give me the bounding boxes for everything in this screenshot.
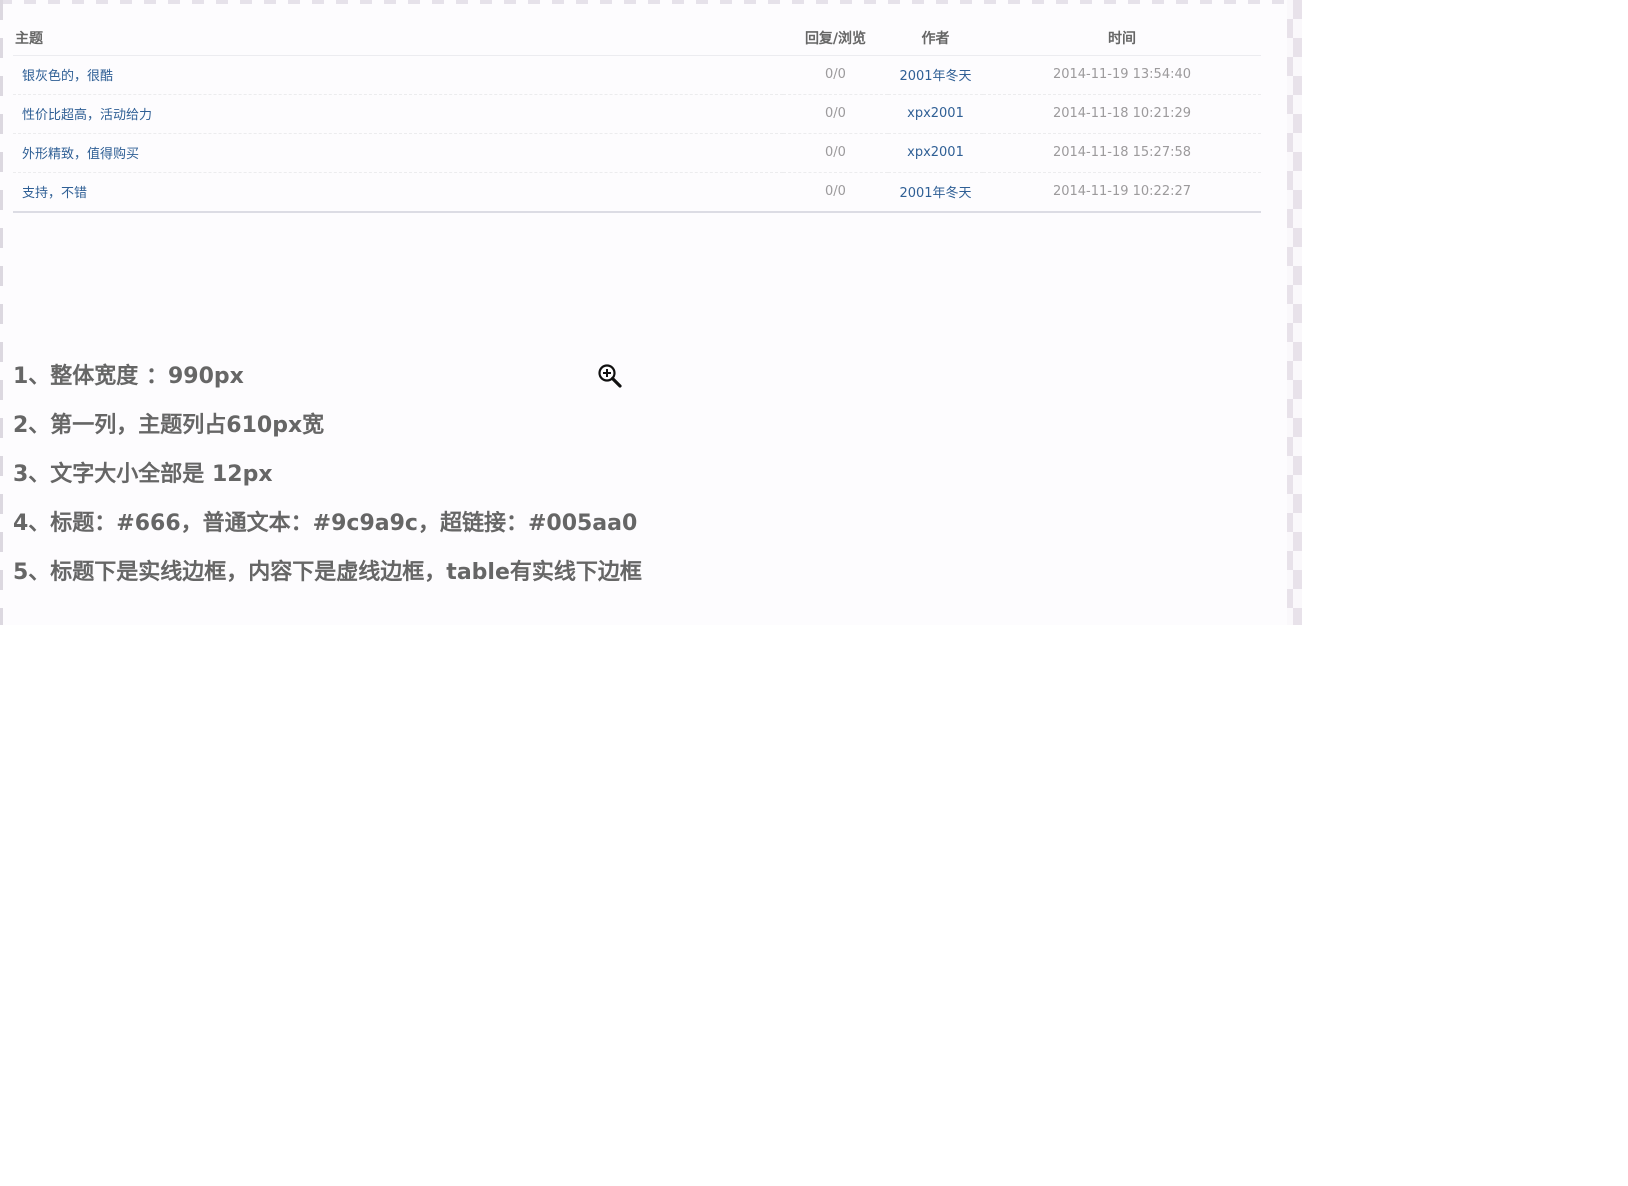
requirement-item: 3、文字大小全部是 12px — [13, 462, 273, 487]
author-link[interactable]: 2001年冬天 — [899, 69, 971, 84]
header-time: 时间 — [983, 21, 1261, 56]
requirement-item: 1、整体宽度 ：990px — [13, 364, 244, 389]
header-topic: 主题 — [13, 21, 783, 56]
header-author: 作者 — [888, 21, 983, 56]
topic-cell: 银灰色的，很酷 — [13, 55, 783, 95]
replies-cell: 0/0 — [783, 133, 888, 173]
requirement-item: 4、标题：#666，普通文本：#9c9a9c，超链接：#005aa0 — [13, 511, 638, 536]
author-link[interactable]: xpx2001 — [907, 145, 964, 160]
left-dashed-border — [0, 0, 3, 625]
topic-cell: 支持，不错 — [13, 172, 783, 212]
author-cell: 2001年冬天 — [888, 55, 983, 95]
replies-cell: 0/0 — [783, 55, 888, 95]
requirement-item: 2、第一列，主题列占610px宽 — [13, 413, 325, 438]
topic-link[interactable]: 性价比超高，活动给力 — [22, 108, 152, 123]
table-header-row: 主题 回复/浏览 作者 时间 — [13, 21, 1261, 56]
requirements-list: 1、整体宽度 ：990px 2、第一列，主题列占610px宽 3、文字大小全部是… — [13, 362, 642, 607]
requirement-item: 5、标题下是实线边框，内容下是虚线边框，table有实线下边框 — [13, 560, 642, 585]
time-cell: 2014-11-19 10:22:27 — [1052, 184, 1192, 200]
table-row: 外形精致，值得购买 0/0 xpx2001 2014-11-18 15:27:5… — [13, 133, 1261, 173]
topic-link[interactable]: 外形精致，值得购买 — [22, 147, 139, 162]
table-row: 银灰色的，很酷 0/0 2001年冬天 2014-11-19 13:54:40 — [13, 55, 1261, 95]
author-cell: xpx2001 — [888, 94, 983, 134]
replies-cell: 0/0 — [783, 94, 888, 134]
table-row: 性价比超高，活动给力 0/0 xpx2001 2014-11-18 10:21:… — [13, 94, 1261, 134]
header-replies: 回复/浏览 — [783, 21, 888, 56]
author-cell: xpx2001 — [888, 133, 983, 173]
time-cell: 2014-11-18 10:21:29 — [983, 94, 1261, 134]
right-checkered-strip-inner — [1287, 0, 1293, 625]
top-dashed-border — [0, 0, 1302, 4]
screenshot-canvas: 主题 回复/浏览 作者 时间 银灰色的，很酷 0/0 2001年冬天 2014-… — [0, 0, 1302, 625]
replies-cell: 0/0 — [825, 184, 846, 200]
time-cell: 2014-11-19 13:54:40 — [983, 55, 1261, 95]
zoom-in-icon — [598, 364, 622, 388]
topic-cell: 外形精致，值得购买 — [13, 133, 783, 173]
author-link[interactable]: 2001年冬天 — [899, 186, 971, 201]
time-cell: 2014-11-18 15:27:58 — [983, 133, 1261, 173]
topic-table: 主题 回复/浏览 作者 时间 银灰色的，很酷 0/0 2001年冬天 2014-… — [13, 21, 1261, 213]
author-cell: 2001年冬天 — [888, 172, 983, 212]
topic-link[interactable]: 银灰色的，很酷 — [22, 69, 113, 84]
topic-cell: 性价比超高，活动给力 — [13, 94, 783, 134]
topic-link[interactable]: 支持，不错 — [22, 186, 87, 201]
table-row: 支持，不错 0/0 2001年冬天 2014-11-19 10:22:27 — [13, 172, 1261, 212]
author-link[interactable]: xpx2001 — [907, 106, 964, 121]
